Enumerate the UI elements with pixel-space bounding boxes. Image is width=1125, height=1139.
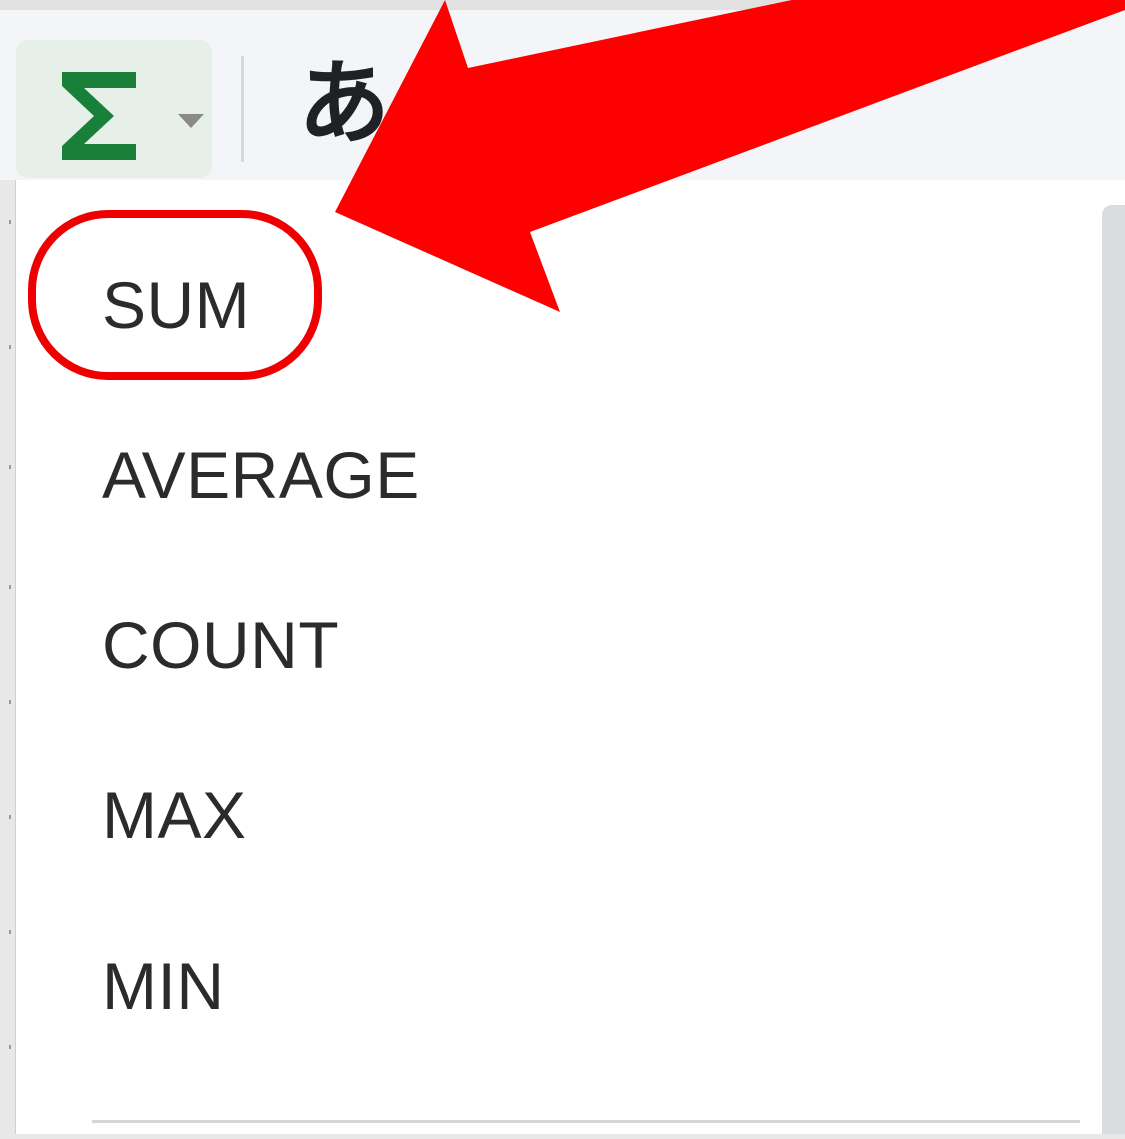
- menu-item-min[interactable]: MIN: [102, 953, 224, 1019]
- sheet-edge-marks: [0, 180, 16, 1134]
- scrollbar[interactable]: [1102, 205, 1125, 1134]
- toolbar-separator: [241, 56, 244, 162]
- menu-divider: [92, 1120, 1080, 1123]
- highlight-ring: [28, 210, 322, 380]
- toolbar-top-strip: [0, 0, 1125, 10]
- caret-down-icon: [178, 114, 204, 128]
- toolbar: あ: [0, 0, 1125, 180]
- menu-item-count[interactable]: COUNT: [102, 612, 339, 678]
- input-tools-button[interactable]: あ: [298, 58, 390, 150]
- edge-tick-marks: [9, 220, 11, 1049]
- functions-button[interactable]: [16, 40, 212, 178]
- menu-item-average[interactable]: AVERAGE: [102, 442, 420, 508]
- sigma-icon: [62, 72, 136, 160]
- menu-item-max[interactable]: MAX: [102, 782, 247, 848]
